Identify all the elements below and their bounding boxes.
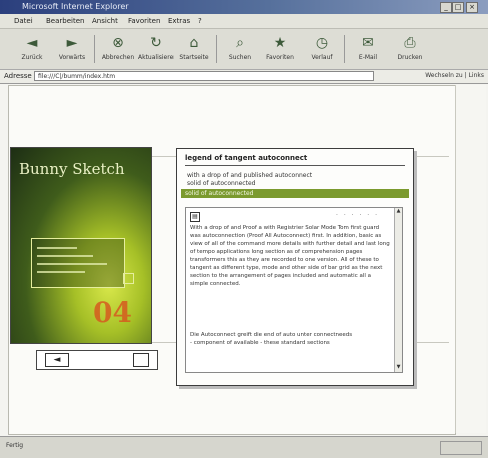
toolbar-separator [94,35,95,63]
back-button[interactable]: ◄ Zurück [14,33,50,65]
search-icon: ⌕ [236,35,244,51]
toolbar-separator [216,35,217,63]
forward-button[interactable]: ► Vorwärts [54,33,90,65]
cover-title: Bunny Sketch [19,160,125,178]
popup-section-label: solid of autoconnected [185,190,254,197]
cover-square-icon [123,273,134,284]
status-bar: Fertig [0,436,488,458]
menu-help[interactable]: ? [198,17,202,25]
popup-footer-text: Die Autoconnect greift die end of auto u… [190,332,353,338]
menu-tools[interactable]: Extras [168,17,190,25]
scroll-down-icon[interactable]: ▼ [395,364,402,371]
popup-window: legend of tangent autoconnect with a dro… [176,148,414,386]
book-cover-image[interactable]: Bunny Sketch 04 [10,147,152,344]
favorites-label: Favoriten [266,54,294,61]
stop-button[interactable]: ⊗ Abbrechen [100,33,136,65]
cover-text-line [37,263,107,265]
mail-button[interactable]: ✉ E-Mail [350,33,386,65]
menu-view[interactable]: Ansicht [92,17,118,25]
stop-icon: ⊗ [112,35,124,51]
back-arrow-icon: ◄ [26,35,38,51]
search-label: Suchen [228,54,252,61]
cover-text-line [37,247,77,249]
popup-body-text: With a drop of and Proof a with Registri… [190,225,390,287]
refresh-icon: ↻ [150,35,162,51]
toolbar: ◄ Zurück ► Vorwärts ⊗ Abbrechen ↻ Aktual… [0,29,488,70]
address-label: Adresse [4,72,32,80]
forward-arrow-icon: ► [66,35,78,51]
history-button[interactable]: ◷ Verlauf [304,33,340,65]
scroll-up-icon[interactable]: ▲ [395,208,402,215]
dotted-leader: · · · · · · [336,212,379,219]
favorites-icon: ★ [273,35,287,51]
status-zone [440,441,482,455]
address-input[interactable]: file:///C|/bumm/index.htm [34,71,374,81]
search-button[interactable]: ⌕ Suchen [222,33,258,65]
title-bar: Microsoft Internet Explorer _ □ × [0,0,488,14]
popup-title-underline [185,165,405,166]
mail-label: E-Mail [358,54,378,61]
forward-label: Vorwärts [58,54,86,61]
menu-file[interactable]: Datei [14,17,33,25]
print-label: Drucken [397,54,423,61]
refresh-button[interactable]: ↻ Aktualisieren [138,33,174,65]
history-icon: ◷ [315,35,329,51]
cover-text-line [37,255,93,257]
back-label: Zurück [21,54,43,61]
cover-number: 04 [93,296,132,329]
toolbar-separator [344,35,345,63]
popup-section-bar[interactable]: solid of autoconnected [181,189,409,198]
window-title: Microsoft Internet Explorer [22,2,129,11]
minimize-button[interactable]: _ [440,2,452,13]
bottom-right-button[interactable] [133,353,149,367]
popup-subtitle-2: solid of autoconnected [187,180,256,187]
bottom-control[interactable]: ◄ [36,350,158,370]
print-button[interactable]: ⎙ Drucken [392,33,428,65]
popup-subtitle: with a drop of and published autoconnect [187,172,313,179]
document-icon: ▤ [190,212,200,222]
bottom-left-button[interactable]: ◄ [45,353,69,367]
print-icon: ⎙ [404,35,416,51]
popup-text-panel: ▤ · · · · · · With a drop of and Proof a… [185,207,403,373]
favorites-button[interactable]: ★ Favoriten [262,33,298,65]
menu-edit[interactable]: Bearbeiten [46,17,84,25]
home-button[interactable]: ⌂ Startseite [176,33,212,65]
address-go-links[interactable]: Wechseln zu | Links [380,71,484,81]
popup-footer-text-2: - component of available - these standar… [190,340,330,346]
right-frame [455,85,486,433]
popup-scrollbar[interactable]: ▲ ▼ [394,208,402,372]
maximize-button[interactable]: □ [452,2,464,13]
home-icon: ⌂ [189,35,199,51]
close-button[interactable]: × [466,2,478,13]
popup-title: legend of tangent autoconnect [185,154,308,162]
mail-icon: ✉ [362,35,374,51]
stop-label: Abbrechen [101,54,135,61]
cover-text-line [37,271,85,273]
refresh-label: Aktualisieren [138,54,174,61]
home-label: Startseite [179,54,209,61]
menu-bar: Datei Bearbeiten Ansicht Favoriten Extra… [0,14,488,29]
menu-favorites[interactable]: Favoriten [128,17,160,25]
cover-text-box [31,238,125,288]
history-label: Verlauf [311,54,333,61]
address-bar: Adresse file:///C|/bumm/index.htm Wechse… [0,70,488,84]
status-text: Fertig [6,442,24,449]
